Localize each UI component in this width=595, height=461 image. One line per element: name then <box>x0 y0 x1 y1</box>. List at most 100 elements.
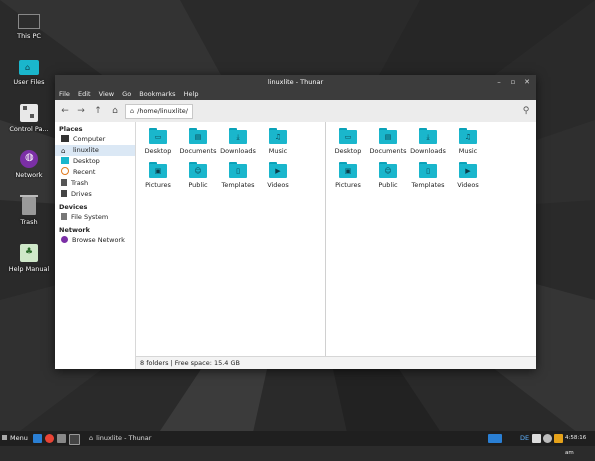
folder-icon: ▯ <box>229 162 247 178</box>
folder-downloads[interactable]: ⤓ Downloads <box>408 128 448 155</box>
folder-pictures[interactable]: ▣ Pictures <box>328 162 368 189</box>
home-folder-icon: ⌂ <box>19 60 39 75</box>
sidebar-item-computer[interactable]: Computer <box>55 134 135 145</box>
folder-templates[interactable]: ▯ Templates <box>218 162 258 189</box>
folder-documents[interactable]: ▤ Documents <box>178 128 218 155</box>
sidebar-item-desktop[interactable]: Desktop <box>55 156 135 167</box>
folder-icon: ▶ <box>459 162 477 178</box>
network-globe-icon <box>61 236 68 243</box>
up-arrow-icon[interactable]: ↑ <box>92 105 104 117</box>
folder-desktop[interactable]: ▭ Desktop <box>138 128 178 155</box>
desktop-icon-control-panel[interactable]: Control Pa... <box>3 104 55 133</box>
sidebar: Places Computer ⌂ linuxlite Desktop Recen… <box>55 122 136 369</box>
folder-icon: ▣ <box>339 162 357 178</box>
update-shield-icon[interactable] <box>554 434 563 443</box>
menu-file[interactable]: File <box>59 89 70 100</box>
folder-icon: ♫ <box>269 128 287 144</box>
folder-icon: ▯ <box>419 162 437 178</box>
folder-desktop[interactable]: ▭ Desktop <box>328 128 368 155</box>
sidebar-section-places: Places <box>59 125 83 133</box>
sidebar-item-browse-network[interactable]: Browse Network <box>55 235 135 246</box>
folder-documents[interactable]: ▤ Documents <box>368 128 408 155</box>
forward-arrow-icon[interactable]: → <box>75 105 87 117</box>
terminal-icon[interactable] <box>69 434 80 445</box>
desktop-icon-trash[interactable]: Trash <box>3 195 55 226</box>
toolbar: ← → ↑ ⌂ ⌂/home/linuxlite/ ⚲ <box>55 100 536 123</box>
desktop-icon-network[interactable]: ◍ Network <box>3 150 55 179</box>
folder-pictures[interactable]: ▣ Pictures <box>138 162 178 189</box>
desktop-icon-help-manual[interactable]: ♣ Help Manual <box>3 244 55 273</box>
menu-view[interactable]: View <box>99 89 114 100</box>
clock[interactable]: 4:58:16 am <box>565 431 595 456</box>
keyboard-layout-indicator[interactable]: DE <box>520 431 529 446</box>
sidebar-section-devices: Devices <box>59 203 88 211</box>
task-thunar[interactable]: ⌂ linuxlite - Thunar <box>86 431 151 446</box>
sidebar-item-file-system[interactable]: File System <box>55 212 135 223</box>
folder-icon: ▶ <box>269 162 287 178</box>
help-book-icon: ♣ <box>20 244 38 262</box>
back-arrow-icon[interactable]: ← <box>59 105 71 117</box>
file-pane-right[interactable]: ▭ Desktop ▤ Documents ⤓ Downloads ♫ Musi… <box>326 122 536 357</box>
search-icon[interactable]: ⚲ <box>520 105 532 117</box>
sidebar-item-trash[interactable]: Trash <box>55 178 135 189</box>
taskbar: Menu ⌂ linuxlite - Thunar DE 4:58:16 am <box>0 431 595 456</box>
home-icon[interactable]: ⌂ <box>109 105 121 117</box>
control-panel-icon <box>20 104 38 122</box>
maximize-icon[interactable]: ▫ <box>508 77 518 87</box>
menu-help[interactable]: Help <box>184 89 199 100</box>
monitor-icon <box>18 14 40 29</box>
status-bar: 8 folders | Free space: 15.4 GB <box>136 356 536 369</box>
folder-music[interactable]: ♫ Music <box>448 128 488 155</box>
folder-public[interactable]: ☺ Public <box>368 162 408 189</box>
volume-icon[interactable] <box>543 434 552 443</box>
folder-icon: ☺ <box>189 162 207 178</box>
house-icon: ⌂ <box>89 434 94 442</box>
location-bar[interactable]: ⌂/home/linuxlite/ <box>125 104 193 119</box>
show-desktop-icon[interactable] <box>33 434 42 443</box>
browser-icon[interactable] <box>45 434 54 443</box>
harddisk-icon <box>61 213 67 220</box>
sidebar-item-linuxlite[interactable]: ⌂ linuxlite <box>55 145 135 156</box>
network-tray-icon[interactable] <box>532 434 541 443</box>
home-icon: ⌂ <box>61 147 66 155</box>
workspace-switcher-icon[interactable] <box>488 434 502 443</box>
file-pane-left[interactable]: ▭ Desktop ▤ Documents ⤓ Downloads ♫ Musi… <box>136 122 326 357</box>
folder-icon: ♫ <box>459 128 477 144</box>
folder-videos[interactable]: ▶ Videos <box>258 162 298 189</box>
desktop-icon-user-files[interactable]: ⌂ User Files <box>3 58 55 86</box>
menu-bookmarks[interactable]: Bookmarks <box>139 89 175 100</box>
trash-icon <box>20 195 38 215</box>
folder-icon: ▭ <box>149 128 167 144</box>
close-icon[interactable]: ✕ <box>522 77 532 87</box>
network-globe-icon: ◍ <box>20 150 38 168</box>
folder-public[interactable]: ☺ Public <box>178 162 218 189</box>
path-home-icon: ⌂ <box>130 107 135 115</box>
menu-edit[interactable]: Edit <box>78 89 91 100</box>
folder-icon: ▭ <box>339 128 357 144</box>
drive-icon <box>61 190 67 197</box>
file-manager-icon[interactable] <box>57 434 66 443</box>
folder-icon: ▤ <box>379 128 397 144</box>
clock-icon <box>61 167 69 175</box>
folder-icon: ▤ <box>189 128 207 144</box>
sidebar-item-recent[interactable]: Recent <box>55 167 135 178</box>
location-path: /home/linuxlite/ <box>137 107 188 115</box>
folder-icon: ⤓ <box>419 128 437 144</box>
sidebar-item-drives[interactable]: Drives <box>55 189 135 200</box>
menu-button[interactable]: Menu <box>2 431 28 446</box>
desktop-icon-this-pc[interactable]: This PC <box>3 10 55 40</box>
folder-music[interactable]: ♫ Music <box>258 128 298 155</box>
folder-videos[interactable]: ▶ Videos <box>448 162 488 189</box>
folder-icon: ☺ <box>379 162 397 178</box>
folder-icon: ⤓ <box>229 128 247 144</box>
desktop-folder-icon <box>61 157 69 164</box>
menubar: File Edit View Go Bookmarks Help <box>55 89 536 100</box>
sidebar-section-network: Network <box>59 226 90 234</box>
computer-icon <box>61 135 69 142</box>
folder-downloads[interactable]: ⤓ Downloads <box>218 128 258 155</box>
window-titlebar[interactable]: linuxlite - Thunar – ▫ ✕ <box>55 75 536 89</box>
menu-go[interactable]: Go <box>122 89 131 100</box>
folder-icon: ▣ <box>149 162 167 178</box>
minimize-icon[interactable]: – <box>494 77 504 87</box>
folder-templates[interactable]: ▯ Templates <box>408 162 448 189</box>
